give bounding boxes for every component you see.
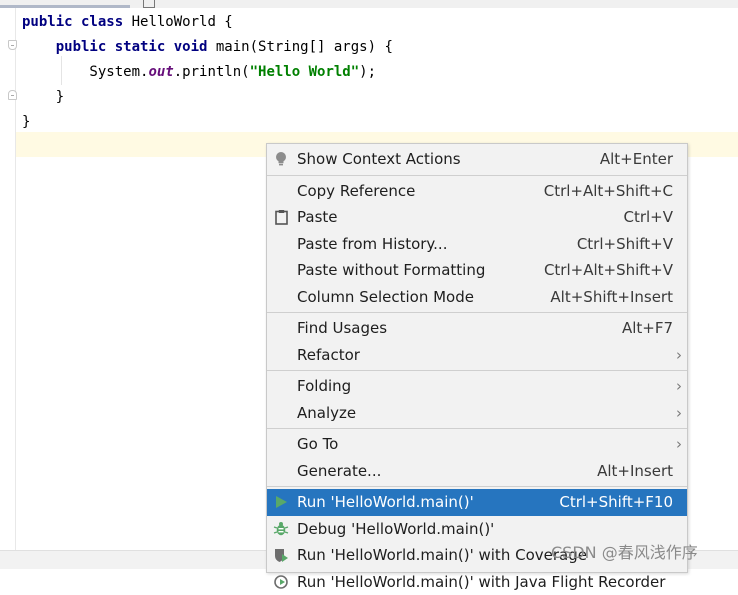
- menu-item-shortcut: Ctrl+V: [623, 204, 673, 231]
- clipboard-icon: [272, 208, 290, 226]
- menu-item-label: Refactor: [297, 342, 360, 369]
- menu-item-folding[interactable]: Folding ›: [267, 373, 687, 400]
- fold-close-icon[interactable]: [8, 90, 17, 100]
- menu-item-show-context-actions[interactable]: Show Context Actions Alt+Enter: [267, 146, 687, 173]
- menu-item-label: Show Context Actions: [297, 146, 461, 173]
- code-token: public class: [22, 14, 123, 30]
- menu-item-shortcut: Ctrl+Shift+F10: [559, 489, 673, 516]
- editor-tab-strip: [0, 0, 738, 8]
- code-line[interactable]: System.out.println("Hello World");: [22, 60, 393, 85]
- menu-item-label: Run 'HelloWorld.main()' with Coverage: [297, 542, 587, 569]
- coverage-shield-icon: [272, 546, 290, 564]
- menu-item-label: Run 'HelloWorld.main()' with Java Flight…: [297, 569, 665, 595]
- menu-item-shortcut: Ctrl+Shift+V: [577, 231, 673, 258]
- editor-gutter: [0, 8, 16, 550]
- bug-icon: [272, 520, 290, 538]
- menu-item-shortcut: Alt+Enter: [600, 146, 673, 173]
- code-editor[interactable]: public class HelloWorld { public static …: [22, 10, 393, 135]
- menu-item-run[interactable]: Run 'HelloWorld.main()' Ctrl+Shift+F10: [267, 489, 687, 516]
- menu-separator: [267, 312, 687, 313]
- menu-item-label: Go To: [297, 431, 338, 458]
- menu-item-paste[interactable]: Paste Ctrl+V: [267, 204, 687, 231]
- code-token: System.: [22, 64, 148, 80]
- menu-item-column-selection-mode[interactable]: Column Selection Mode Alt+Shift+Insert: [267, 284, 687, 311]
- menu-item-paste-from-history[interactable]: Paste from History... Ctrl+Shift+V: [267, 231, 687, 258]
- menu-separator: [267, 486, 687, 487]
- code-line[interactable]: public class HelloWorld {: [22, 10, 393, 35]
- menu-separator: [267, 370, 687, 371]
- submenu-arrow-icon: ›: [676, 373, 682, 400]
- submenu-arrow-icon: ›: [676, 342, 682, 369]
- menu-item-run-with-flight-recorder[interactable]: Run 'HelloWorld.main()' with Java Flight…: [267, 569, 687, 595]
- code-token: [22, 39, 56, 55]
- code-token: HelloWorld {: [123, 14, 233, 30]
- code-line[interactable]: public static void main(String[] args) {: [22, 35, 393, 60]
- menu-item-label: Paste without Formatting: [297, 257, 485, 284]
- submenu-arrow-icon: ›: [676, 431, 682, 458]
- menu-item-debug[interactable]: Debug 'HelloWorld.main()': [267, 516, 687, 543]
- code-token: main(String[] args) {: [207, 39, 392, 55]
- menu-item-shortcut: Alt+Insert: [597, 458, 673, 485]
- menu-item-shortcut: Ctrl+Alt+Shift+C: [544, 178, 673, 205]
- menu-item-refactor[interactable]: Refactor ›: [267, 342, 687, 369]
- menu-item-copy-reference[interactable]: Copy Reference Ctrl+Alt+Shift+C: [267, 178, 687, 205]
- run-triangle-icon: [272, 493, 290, 511]
- menu-item-label: Find Usages: [297, 315, 387, 342]
- menu-item-analyze[interactable]: Analyze ›: [267, 400, 687, 427]
- menu-item-generate[interactable]: Generate... Alt+Insert: [267, 458, 687, 485]
- code-token: public static void: [56, 39, 208, 55]
- menu-item-label: Run 'HelloWorld.main()': [297, 489, 474, 516]
- menu-item-label: Copy Reference: [297, 178, 415, 205]
- menu-item-shortcut: Ctrl+Alt+Shift+V: [544, 257, 673, 284]
- fold-open-icon[interactable]: [8, 40, 17, 50]
- menu-item-label: Column Selection Mode: [297, 284, 474, 311]
- menu-item-label: Debug 'HelloWorld.main()': [297, 516, 494, 543]
- editor-context-menu: Show Context Actions Alt+Enter Copy Refe…: [266, 143, 688, 573]
- code-token: "Hello World": [250, 64, 360, 80]
- code-token: }: [22, 89, 64, 105]
- flight-recorder-icon: [272, 573, 290, 591]
- menu-item-paste-without-formatting[interactable]: Paste without Formatting Ctrl+Alt+Shift+…: [267, 257, 687, 284]
- lightbulb-icon: [272, 150, 290, 168]
- code-token: }: [22, 114, 30, 130]
- code-token: .println(: [174, 64, 250, 80]
- menu-item-find-usages[interactable]: Find Usages Alt+F7: [267, 315, 687, 342]
- code-line[interactable]: }: [22, 110, 393, 135]
- menu-separator: [267, 175, 687, 176]
- code-line[interactable]: }: [22, 85, 393, 110]
- menu-item-label: Generate...: [297, 458, 381, 485]
- code-token: out: [148, 64, 173, 80]
- menu-item-label: Analyze: [297, 400, 356, 427]
- menu-item-label: Paste from History...: [297, 231, 447, 258]
- menu-item-go-to[interactable]: Go To ›: [267, 431, 687, 458]
- menu-separator: [267, 428, 687, 429]
- code-token: );: [359, 64, 376, 80]
- active-tab-indicator: [0, 5, 130, 8]
- menu-item-shortcut: Alt+Shift+Insert: [550, 284, 673, 311]
- menu-item-label: Folding: [297, 373, 351, 400]
- menu-item-shortcut: Alt+F7: [622, 315, 673, 342]
- menu-item-run-with-coverage[interactable]: Run 'HelloWorld.main()' with Coverage: [267, 542, 687, 569]
- submenu-arrow-icon: ›: [676, 400, 682, 427]
- tab-icon: [143, 0, 155, 8]
- menu-item-label: Paste: [297, 204, 338, 231]
